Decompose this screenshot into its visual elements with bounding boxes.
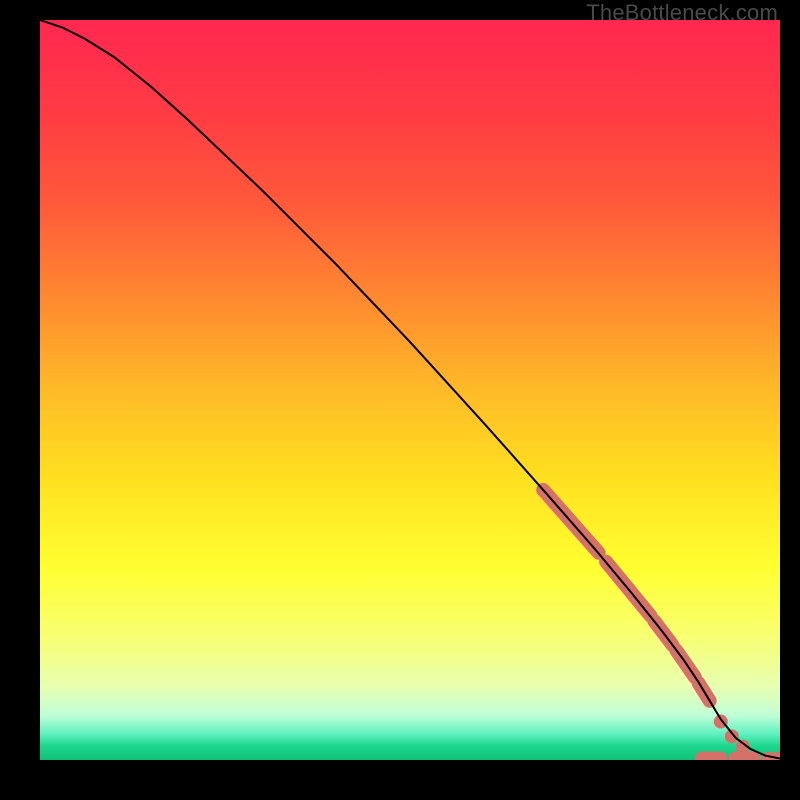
watermark-label: TheBottleneck.com bbox=[586, 0, 778, 26]
chart-frame bbox=[40, 20, 780, 760]
chart-svg bbox=[40, 20, 780, 760]
highlight-dot bbox=[725, 729, 739, 743]
